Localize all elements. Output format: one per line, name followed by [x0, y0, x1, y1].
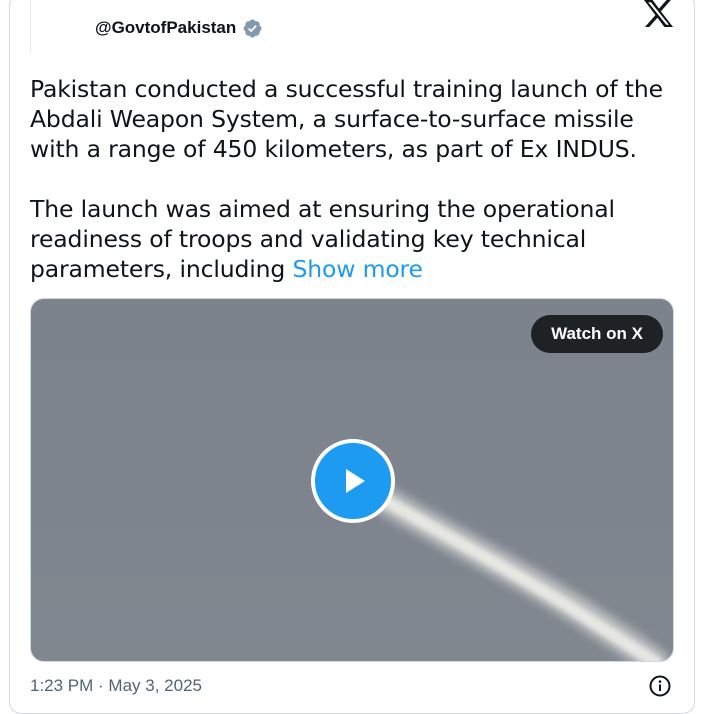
avatar[interactable]: [30, 0, 33, 54]
verified-badge-icon: [243, 19, 262, 37]
author-handle[interactable]: @GovtofPakistan: [95, 18, 236, 38]
play-icon: [346, 469, 365, 493]
x-logo-icon[interactable]: [643, 0, 674, 27]
video-player[interactable]: Watch on X: [30, 298, 674, 662]
post-timestamp[interactable]: 1:23 PM · May 3, 2025: [30, 676, 202, 696]
post-text: Pakistan conducted a successful training…: [30, 74, 678, 284]
info-icon[interactable]: [648, 674, 672, 698]
show-more-link[interactable]: Show more: [292, 255, 423, 283]
play-button[interactable]: [311, 439, 395, 523]
author-row: @GovtofPakistan: [95, 15, 263, 41]
post-paragraph-2: The launch was aimed at ensuring the ope…: [30, 194, 678, 284]
watch-on-x-button[interactable]: Watch on X: [531, 315, 663, 353]
post-paragraph-1: Pakistan conducted a successful training…: [30, 75, 663, 163]
